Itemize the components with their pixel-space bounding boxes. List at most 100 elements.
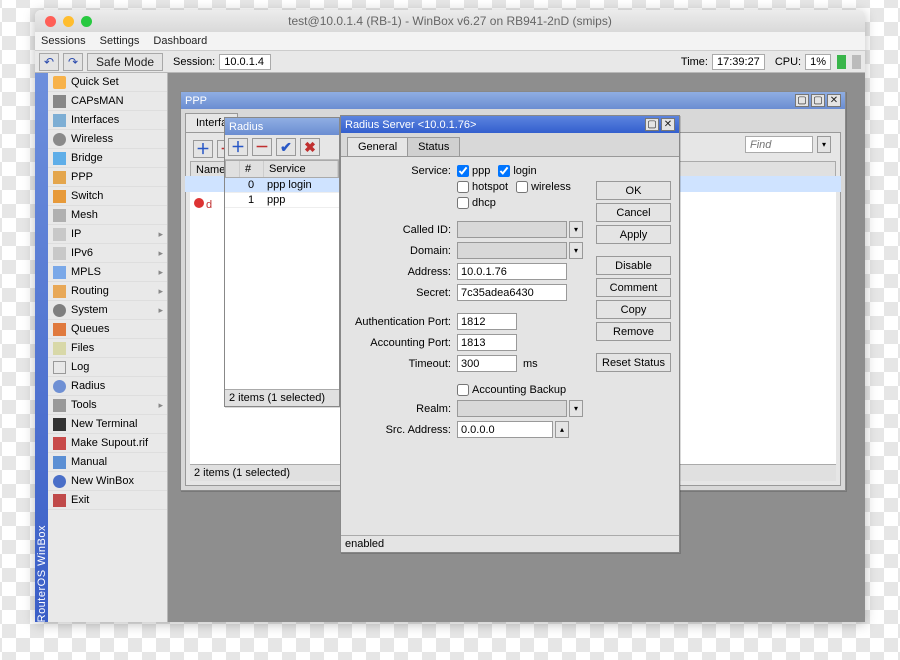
titlebar[interactable]: test@10.0.1.4 (RB-1) - WinBox v6.27 on R… <box>35 10 865 32</box>
nav-item-quick-set[interactable]: Quick Set <box>48 73 167 92</box>
copy-button[interactable]: Copy <box>596 300 671 319</box>
redo-button[interactable]: ↷ <box>63 53 83 71</box>
realm-dropdown[interactable]: ▾ <box>569 400 583 417</box>
maximize-button[interactable]: ▢ <box>811 94 825 107</box>
safe-mode-button[interactable]: Safe Mode <box>87 53 163 71</box>
service-login[interactable]: login <box>498 165 536 177</box>
nav-item-files[interactable]: Files <box>48 339 167 358</box>
zoom-icon[interactable] <box>81 16 92 27</box>
nav-item-interfaces[interactable]: Interfaces <box>48 111 167 130</box>
session-value: 10.0.1.4 <box>219 54 271 70</box>
radius-server-header[interactable]: Radius Server <10.0.1.76> ▢ ✕ <box>341 116 679 133</box>
enable-button[interactable]: ✔ <box>276 138 296 156</box>
domain-dropdown[interactable]: ▾ <box>569 242 583 259</box>
minimize-button[interactable]: ▢ <box>795 94 809 107</box>
time-label: Time: <box>681 56 708 68</box>
nav-label: Bridge <box>71 152 103 164</box>
radius-row[interactable]: 0ppp login <box>225 178 339 193</box>
nav-item-ppp[interactable]: PPP <box>48 168 167 187</box>
minimize-icon[interactable] <box>63 16 74 27</box>
nav-item-ipv6[interactable]: IPv6 <box>48 244 167 263</box>
nav-item-make-supout-rif[interactable]: Make Supout.rif <box>48 434 167 453</box>
disable-button[interactable]: Disable <box>596 256 671 275</box>
radius-list-window: Radius ＋ － ✔ ✖ # Service 0ppp login1ppp … <box>224 117 340 407</box>
menu-sessions[interactable]: Sessions <box>41 35 86 47</box>
acct-port-field[interactable] <box>457 334 517 351</box>
ppp-window-header[interactable]: PPP ▢ ▢ ✕ <box>181 92 845 109</box>
minimize-button[interactable]: ▢ <box>645 118 659 131</box>
nav-item-system[interactable]: System <box>48 301 167 320</box>
nav-item-queues[interactable]: Queues <box>48 320 167 339</box>
auth-port-field[interactable] <box>457 313 517 330</box>
called-id-dropdown[interactable]: ▾ <box>569 221 583 238</box>
close-icon[interactable] <box>45 16 56 27</box>
nav-item-capsman[interactable]: CAPsMAN <box>48 92 167 111</box>
add-button[interactable]: ＋ <box>193 140 213 158</box>
service-ppp[interactable]: ppp <box>457 165 490 177</box>
nav-item-exit[interactable]: Exit <box>48 491 167 510</box>
cancel-button[interactable]: Cancel <box>596 203 671 222</box>
menu-settings[interactable]: Settings <box>100 35 140 47</box>
find-dropdown[interactable]: ▾ <box>817 136 831 153</box>
service-hotspot[interactable]: hotspot <box>457 181 508 193</box>
radius-action-bar: ＋ － ✔ ✖ <box>225 135 339 160</box>
called-id-field[interactable] <box>457 221 567 238</box>
disable-button[interactable]: ✖ <box>300 138 320 156</box>
nav-item-radius[interactable]: Radius <box>48 377 167 396</box>
nav-label: Queues <box>71 323 110 335</box>
nav-item-ip[interactable]: IP <box>48 225 167 244</box>
radius-row[interactable]: 1ppp <box>225 193 339 208</box>
src-address-field[interactable] <box>457 421 553 438</box>
nav-item-mpls[interactable]: MPLS <box>48 263 167 282</box>
undo-button[interactable]: ↶ <box>39 53 59 71</box>
nav-item-bridge[interactable]: Bridge <box>48 149 167 168</box>
nav-item-manual[interactable]: Manual <box>48 453 167 472</box>
add-button[interactable]: ＋ <box>228 138 248 156</box>
realm-field[interactable] <box>457 400 567 417</box>
remove-button[interactable]: Remove <box>596 322 671 341</box>
comment-button[interactable]: Comment <box>596 278 671 297</box>
nav-item-new-winbox[interactable]: New WinBox <box>48 472 167 491</box>
nav-item-wireless[interactable]: Wireless <box>48 130 167 149</box>
address-field[interactable] <box>457 263 567 280</box>
tab-general[interactable]: General <box>347 137 408 156</box>
nav-item-tools[interactable]: Tools <box>48 396 167 415</box>
nav-icon <box>53 361 66 374</box>
find-input[interactable] <box>745 136 813 153</box>
nav-icon <box>53 494 66 507</box>
remove-button[interactable]: － <box>252 138 272 156</box>
col-num[interactable]: # <box>240 161 264 177</box>
nav-label: New Terminal <box>71 418 137 430</box>
nav-icon <box>53 323 66 336</box>
nav-icon <box>53 380 66 393</box>
acct-backup-checkbox[interactable]: Accounting Backup <box>457 384 566 396</box>
close-button[interactable]: ✕ <box>827 94 841 107</box>
reset-status-button[interactable]: Reset Status <box>596 353 671 372</box>
apply-button[interactable]: Apply <box>596 225 671 244</box>
workarea: PPP ▢ ▢ ✕ Interfa ＋ － Name <box>168 73 865 622</box>
nav-item-switch[interactable]: Switch <box>48 187 167 206</box>
nav-icon <box>53 266 66 279</box>
menu-dashboard[interactable]: Dashboard <box>153 35 207 47</box>
nav-icon <box>53 304 66 317</box>
service-dhcp[interactable]: dhcp <box>457 197 496 209</box>
ok-button[interactable]: OK <box>596 181 671 200</box>
nav-item-log[interactable]: Log <box>48 358 167 377</box>
tab-status[interactable]: Status <box>407 137 460 156</box>
domain-field[interactable] <box>457 242 567 259</box>
secret-field[interactable] <box>457 284 567 301</box>
src-address-up[interactable]: ▴ <box>555 421 569 438</box>
close-button[interactable]: ✕ <box>661 118 675 131</box>
timeout-field[interactable] <box>457 355 517 372</box>
radius-list-header[interactable]: Radius <box>225 118 339 135</box>
col-service[interactable]: Service <box>264 161 338 177</box>
nav-item-new-terminal[interactable]: New Terminal <box>48 415 167 434</box>
service-wireless[interactable]: wireless <box>516 181 571 193</box>
nav-item-routing[interactable]: Routing <box>48 282 167 301</box>
nav-label: Quick Set <box>71 76 119 88</box>
nav-label: Exit <box>71 494 89 506</box>
nav-label: New WinBox <box>71 475 134 487</box>
nav-item-mesh[interactable]: Mesh <box>48 206 167 225</box>
sidebar: RouterOS WinBox Quick SetCAPsMANInterfac… <box>35 73 168 622</box>
cpu-label: CPU: <box>775 56 801 68</box>
